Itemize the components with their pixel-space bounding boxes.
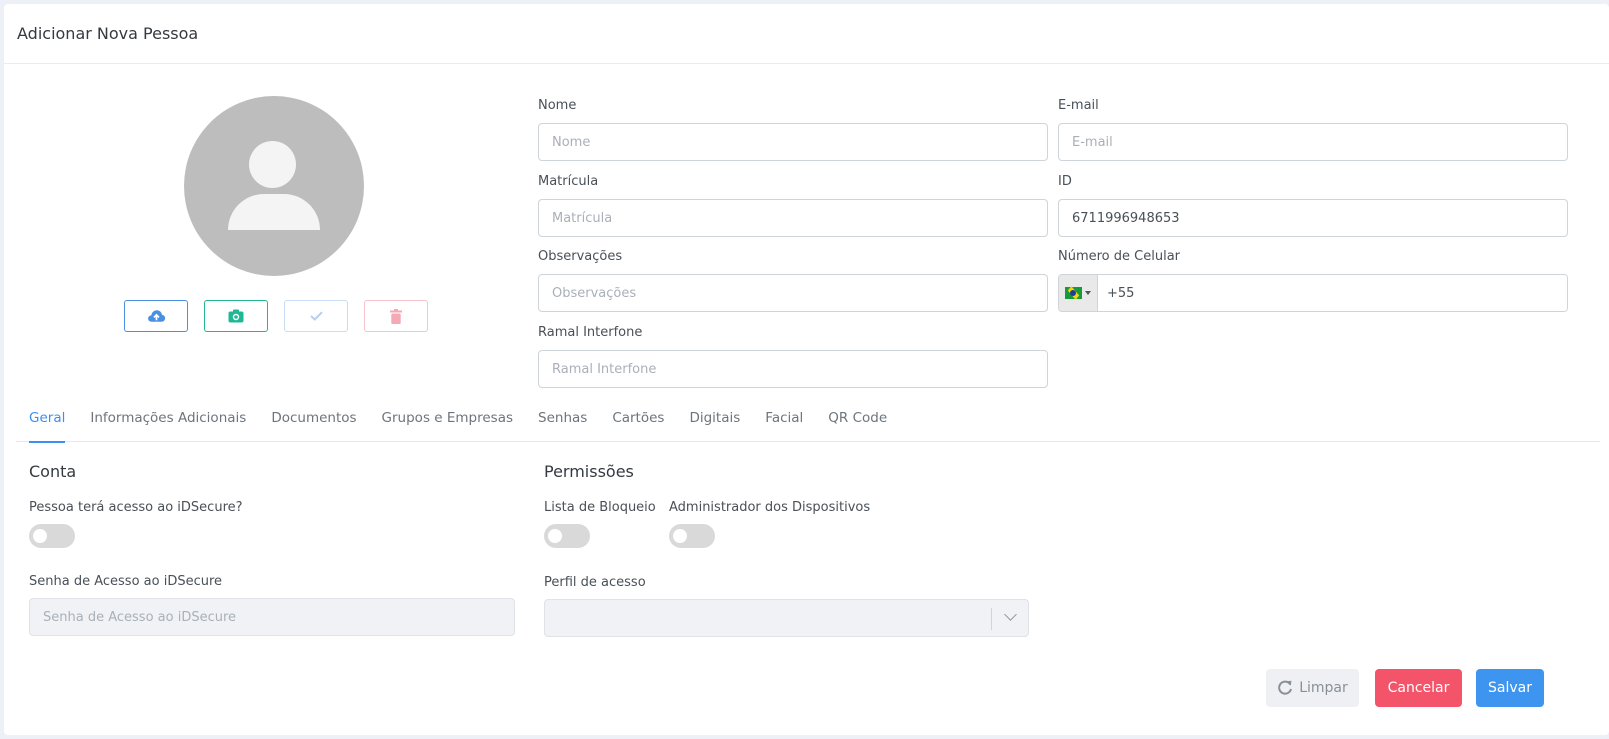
tab-grupos-empresas[interactable]: Grupos e Empresas xyxy=(369,406,525,442)
senha-input xyxy=(29,598,515,636)
clear-button[interactable]: Limpar xyxy=(1266,669,1359,707)
camera-icon xyxy=(228,309,244,323)
user-icon-body xyxy=(228,194,320,230)
user-icon-head xyxy=(249,141,296,188)
cancel-button[interactable]: Cancelar xyxy=(1375,669,1462,707)
nome-label: Nome xyxy=(538,98,577,113)
phone-input-group xyxy=(1058,274,1568,312)
matricula-label: Matrícula xyxy=(538,174,599,189)
admin-toggle[interactable] xyxy=(669,524,715,548)
ramal-field: Ramal Interfone xyxy=(538,325,1048,388)
photo-actions xyxy=(124,300,428,332)
avatar-placeholder xyxy=(184,96,364,276)
celular-input[interactable] xyxy=(1098,275,1567,311)
bloqueio-label: Lista de Bloqueio xyxy=(544,500,656,515)
refresh-icon xyxy=(1278,680,1293,695)
tab-cartoes[interactable]: Cartões xyxy=(599,406,676,442)
card-header: Adicionar Nova Pessoa xyxy=(4,4,1609,64)
tab-geral[interactable]: Geral xyxy=(16,406,77,443)
ramal-label: Ramal Interfone xyxy=(538,325,643,340)
matricula-input[interactable] xyxy=(538,199,1048,237)
person-tabs: Geral Informações Adicionais Documentos … xyxy=(16,406,1600,443)
clear-label: Limpar xyxy=(1299,680,1348,696)
senha-label: Senha de Acesso ao iDSecure xyxy=(29,574,223,589)
ramal-input[interactable] xyxy=(538,350,1048,388)
tab-documentos[interactable]: Documentos xyxy=(258,406,368,442)
celular-field: Número de Celular xyxy=(1058,249,1568,312)
chevron-down-icon xyxy=(1004,608,1017,621)
admin-label: Administrador dos Dispositivos xyxy=(669,500,871,515)
celular-label: Número de Celular xyxy=(1058,249,1181,264)
acesso-label: Pessoa terá acesso ao iDSecure? xyxy=(29,500,243,515)
select-separator xyxy=(991,608,992,630)
delete-photo-button[interactable] xyxy=(364,300,428,332)
caret-down-icon xyxy=(1085,291,1091,295)
upload-photo-button[interactable] xyxy=(124,300,188,332)
save-button[interactable]: Salvar xyxy=(1476,669,1544,707)
email-field: E-mail xyxy=(1058,98,1568,161)
person-info-section: Nome E-mail Matrícula ID Observações Núm… xyxy=(4,65,1609,395)
add-person-card: Adicionar Nova Pessoa Nome Nome E-mail E… xyxy=(4,4,1609,735)
observacoes-field: Observações xyxy=(538,249,1048,312)
perfil-label: Perfil de acesso xyxy=(544,575,646,590)
tab-facial[interactable]: Facial xyxy=(752,406,815,442)
email-input[interactable] xyxy=(1058,123,1568,161)
check-icon xyxy=(309,311,323,321)
id-label: ID xyxy=(1058,174,1072,189)
observacoes-input[interactable] xyxy=(538,274,1048,312)
email-label: E-mail xyxy=(1058,98,1099,113)
permissoes-title: Permissões xyxy=(544,462,634,481)
bloqueio-toggle[interactable] xyxy=(544,524,590,548)
tab-senhas[interactable]: Senhas xyxy=(525,406,599,442)
tab-digitais[interactable]: Digitais xyxy=(676,406,752,442)
take-photo-button[interactable] xyxy=(204,300,268,332)
observacoes-label: Observações xyxy=(538,249,623,264)
trash-icon xyxy=(390,308,402,324)
id-field: ID xyxy=(1058,174,1568,237)
acesso-toggle[interactable] xyxy=(29,524,75,548)
cloud-upload-icon xyxy=(147,310,165,322)
perfil-select[interactable] xyxy=(544,599,1029,637)
tab-informacoes-adicionais[interactable]: Informações Adicionais xyxy=(77,406,258,442)
nome-field: Nome xyxy=(538,98,1048,161)
matricula-field: Matrícula xyxy=(538,174,1048,237)
country-selector[interactable] xyxy=(1059,275,1098,311)
page-title: Adicionar Nova Pessoa xyxy=(17,24,199,43)
confirm-photo-button[interactable] xyxy=(284,300,348,332)
brazil-flag-icon xyxy=(1065,287,1082,299)
tab-qr-code[interactable]: QR Code xyxy=(815,406,899,442)
id-input[interactable] xyxy=(1058,199,1568,237)
nome-input[interactable] xyxy=(538,123,1048,161)
conta-title: Conta xyxy=(29,462,77,481)
